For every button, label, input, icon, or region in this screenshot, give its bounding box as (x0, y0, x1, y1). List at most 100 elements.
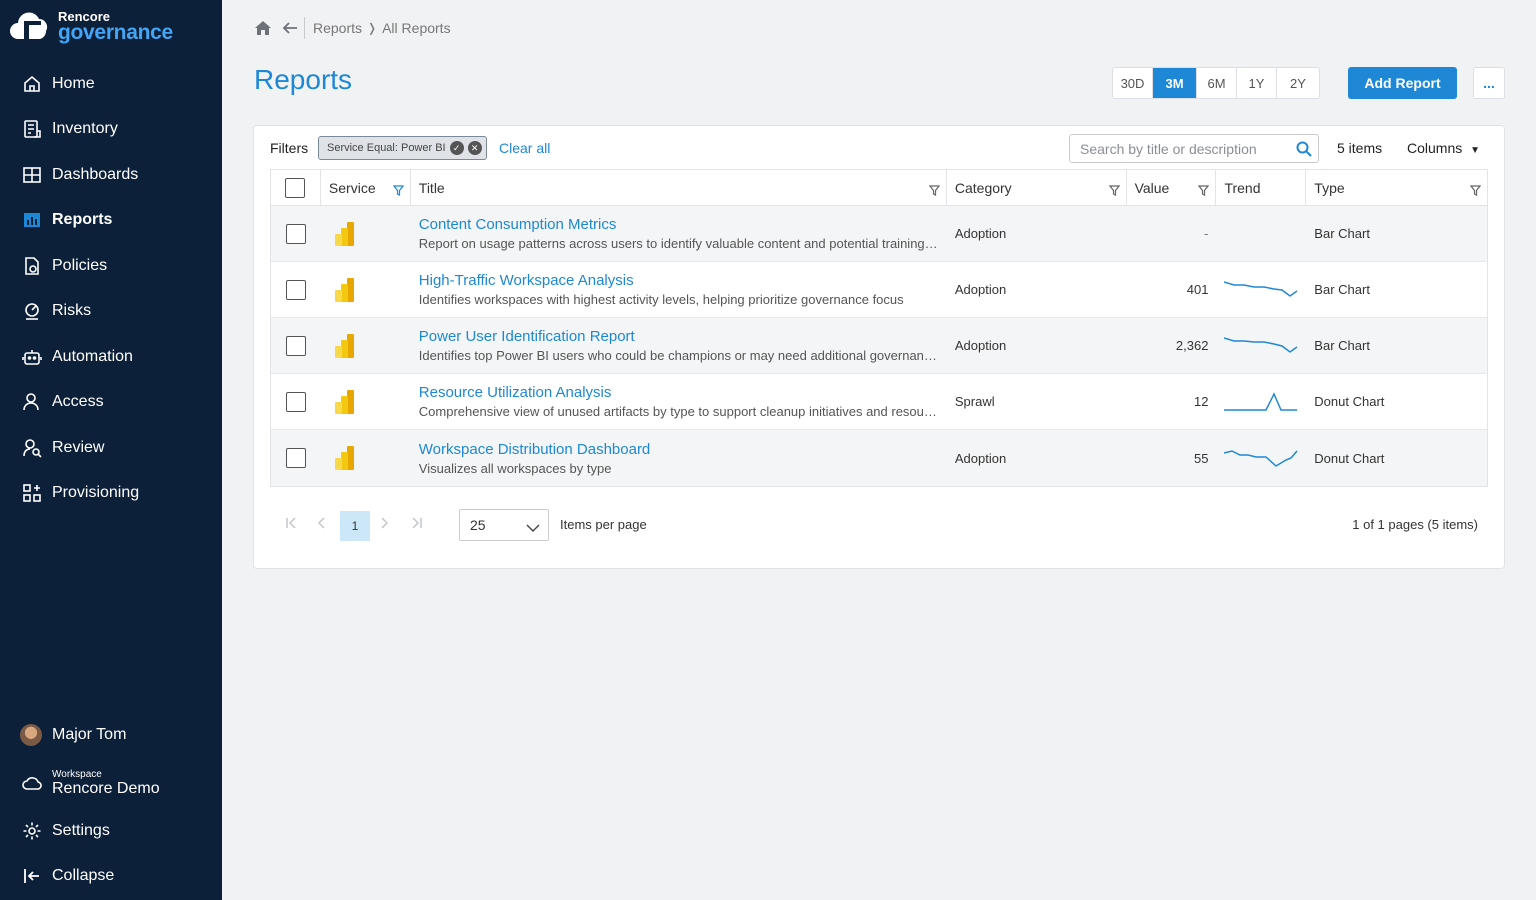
filter-chip-label: Service Equal: Power BI (327, 142, 446, 154)
table-row[interactable]: Workspace Distribution Dashboard Visuali… (271, 430, 1487, 486)
nav-label: Review (52, 438, 105, 456)
value-cell: 2,362 (1175, 338, 1209, 353)
type-cell: Donut Chart (1314, 450, 1385, 466)
home-icon[interactable] (254, 20, 272, 36)
category-cell: Adoption (954, 450, 1007, 466)
search-input[interactable] (1080, 140, 1290, 157)
powerbi-icon (333, 277, 355, 303)
column-header-title[interactable]: Title (411, 170, 947, 205)
row-checkbox[interactable] (285, 391, 306, 412)
table-row[interactable]: Resource Utilization Analysis Comprehens… (271, 374, 1487, 430)
service-cell (321, 318, 411, 373)
brand-logo[interactable]: Rencore governance (10, 8, 173, 44)
value-cell: 401 (1186, 282, 1209, 297)
report-title-link[interactable]: Power User Identification Report (419, 328, 635, 345)
search-icon[interactable] (1296, 141, 1312, 160)
more-options-button[interactable]: ... (1473, 67, 1505, 99)
collapse-button[interactable]: Collapse (0, 854, 222, 900)
range-3m-button[interactable]: 3M (1153, 68, 1197, 98)
trend-sparkline (1224, 336, 1298, 353)
breadcrumb-item[interactable]: All Reports (382, 20, 450, 36)
type-cell: Donut Chart (1314, 394, 1385, 409)
filter-icon[interactable] (1469, 183, 1482, 199)
reports-card: Filters Service Equal: Power BI ✓ ✕ Clea… (253, 125, 1505, 569)
inventory-icon (22, 119, 42, 139)
close-icon[interactable]: ✕ (467, 141, 482, 155)
nav-item-access[interactable]: Access (0, 380, 222, 426)
user-profile[interactable]: Major Tom (0, 712, 222, 758)
report-title-link[interactable]: Resource Utilization Analysis (419, 384, 612, 401)
trend-sparkline (1224, 450, 1299, 467)
filter-icon[interactable] (1198, 183, 1210, 199)
filter-icon[interactable] (1108, 183, 1120, 199)
nav-item-provisioning[interactable]: Provisioning (0, 471, 222, 517)
column-header-value[interactable]: Value (1127, 170, 1217, 205)
report-title-link[interactable]: Content Consumption Metrics (419, 216, 617, 233)
nav-item-risks[interactable]: Risks (0, 289, 222, 335)
row-select-cell (271, 206, 321, 261)
last-page-icon[interactable] (412, 516, 422, 532)
nav-item-home[interactable]: Home (0, 61, 222, 107)
filter-icon[interactable] (928, 183, 941, 199)
filter-chip[interactable]: Service Equal: Power BI ✓ ✕ (318, 136, 487, 160)
powerbi-icon (333, 221, 355, 247)
check-icon[interactable]: ✓ (449, 141, 464, 155)
sidebar-bottom: Major Tom Workspace Rencore Demo Setting… (0, 712, 222, 899)
main-content: Reports ❭ All Reports Reports 30D 3M 6M … (222, 0, 1536, 900)
report-title-link[interactable]: High-Traffic Workspace Analysis (419, 272, 634, 289)
nav-item-policies[interactable]: Policies (0, 243, 222, 289)
type-cell: Bar Chart (1314, 338, 1370, 353)
trend-cell (1216, 262, 1306, 317)
nav-item-automation[interactable]: Automation (0, 334, 222, 380)
row-checkbox[interactable] (285, 223, 306, 244)
report-description: Identifies workspaces with highest activ… (418, 292, 904, 307)
table-body: Content Consumption Metrics Report on us… (271, 206, 1487, 486)
report-description: Report on usage patterns across users to… (418, 236, 939, 251)
back-arrow-icon[interactable] (282, 21, 298, 35)
row-checkbox[interactable] (285, 279, 306, 300)
cloud-logo-icon (10, 12, 48, 39)
row-checkbox[interactable] (285, 448, 306, 468)
range-1y-button[interactable]: 1Y (1237, 68, 1277, 98)
table-row[interactable]: Content Consumption Metrics Report on us… (271, 206, 1487, 262)
header-label: Service (328, 179, 376, 196)
caret-down-icon: ▼ (1470, 145, 1481, 156)
range-6m-button[interactable]: 6M (1197, 68, 1237, 98)
column-header-category[interactable]: Category (947, 170, 1127, 205)
nav-item-inventory[interactable]: Inventory (0, 107, 222, 153)
nav-item-reports[interactable]: Reports (0, 198, 222, 244)
first-page-icon[interactable] (286, 516, 296, 532)
nav-item-review[interactable]: Review (0, 425, 222, 471)
row-checkbox[interactable] (285, 335, 306, 356)
column-header-type[interactable]: Type (1306, 170, 1487, 205)
columns-dropdown[interactable]: Columns ▼ (1407, 140, 1480, 156)
column-header-service[interactable]: Service (321, 170, 411, 205)
table-row[interactable]: High-Traffic Workspace Analysis Identifi… (271, 262, 1487, 318)
nav-item-settings[interactable]: Settings (0, 808, 222, 854)
items-per-page-select[interactable]: 25 (459, 509, 549, 541)
column-header-trend[interactable]: Trend (1216, 170, 1307, 205)
range-30d-button[interactable]: 30D (1113, 68, 1153, 98)
gear-icon (22, 821, 42, 841)
home-icon (22, 74, 42, 94)
table-row[interactable]: Power User Identification Report Identif… (271, 318, 1487, 374)
type-cell: Bar Chart (1314, 282, 1370, 297)
type-cell: Bar Chart (1314, 226, 1370, 241)
items-per-page-label: Items per page (560, 517, 647, 532)
header-label: Value (1134, 179, 1170, 196)
report-title-link[interactable]: Workspace Distribution Dashboard (419, 441, 651, 458)
filter-icon[interactable] (392, 183, 405, 199)
clear-all-link[interactable]: Clear all (499, 140, 550, 156)
report-description: Comprehensive view of unused artifacts b… (418, 404, 939, 419)
select-all-checkbox[interactable] (285, 177, 306, 198)
nav-item-dashboards[interactable]: Dashboards (0, 152, 222, 198)
next-page-icon[interactable] (381, 516, 389, 532)
breadcrumb-item[interactable]: Reports (313, 20, 362, 36)
range-2y-button[interactable]: 2Y (1277, 68, 1319, 98)
reports-icon (22, 210, 42, 230)
add-report-button[interactable]: Add Report (1348, 67, 1457, 99)
workspace-switcher[interactable]: Workspace Rencore Demo (0, 758, 222, 808)
collapse-label: Collapse (52, 867, 115, 885)
prev-page-icon[interactable] (317, 516, 325, 532)
page-1-button[interactable]: 1 (340, 511, 370, 541)
